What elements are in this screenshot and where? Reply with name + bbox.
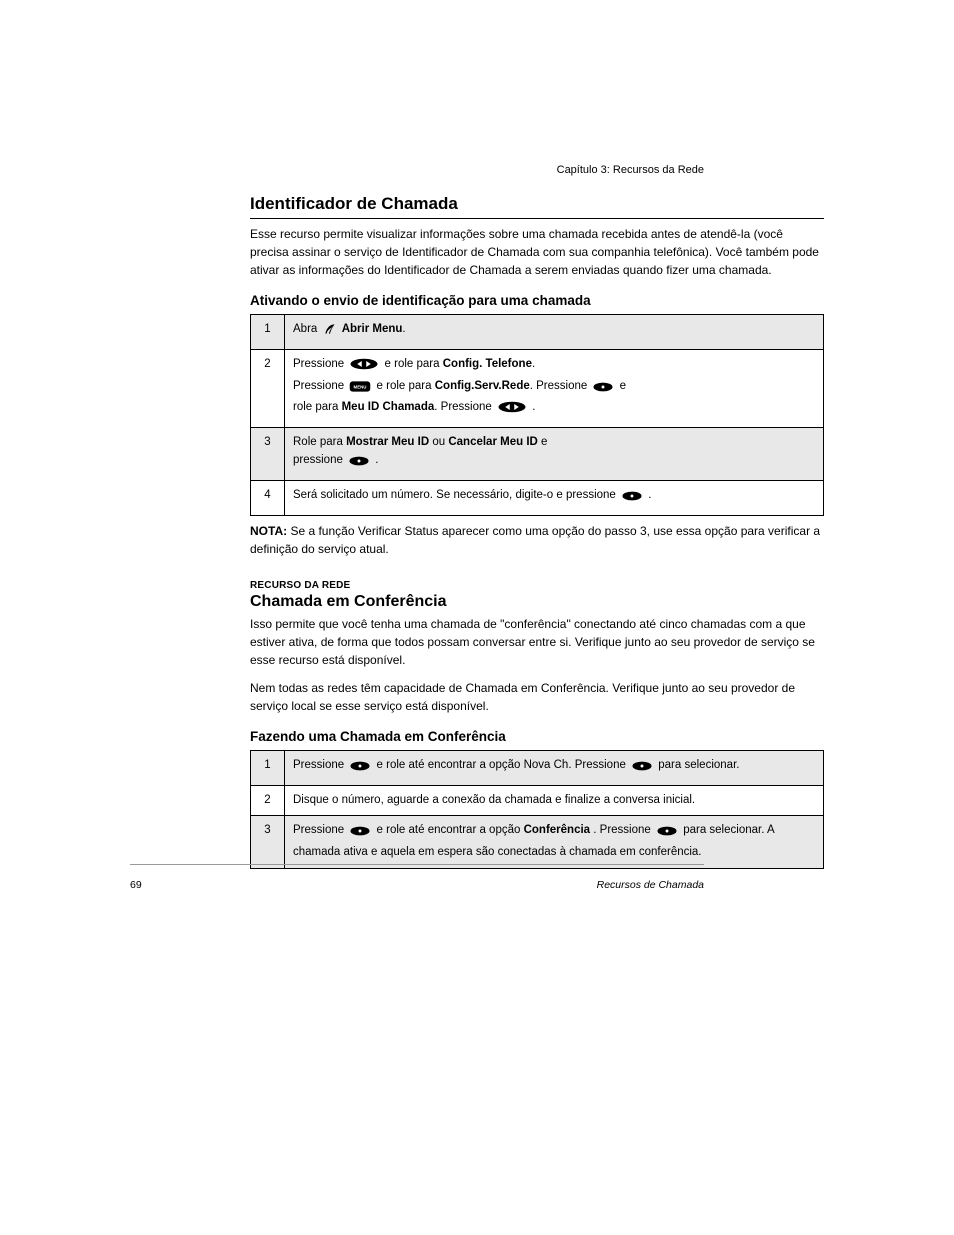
document-page: Capítulo 3: Recursos da Rede Identificad…	[0, 0, 954, 935]
table-row: 2 Disque o número, aguarde a conexão da …	[251, 785, 824, 816]
table-row: 1 Abra Abrir Menu.	[251, 315, 824, 350]
chapter-breadcrumb: Capítulo 3: Recursos da Rede	[557, 164, 704, 176]
step-text: .	[648, 489, 651, 501]
table-row: 4 Será solicitado um número. Se necessár…	[251, 480, 824, 515]
step-text: Role para	[293, 436, 346, 448]
step-text: ou	[432, 436, 448, 448]
step-number: 3	[251, 816, 285, 869]
note-label: NOTA:	[250, 524, 290, 538]
step-text: e role para	[385, 358, 443, 370]
table-row: 3 Role para Mostrar Meu ID ou Cancelar M…	[251, 428, 824, 481]
step-text-bold: Mostrar Meu ID	[346, 436, 429, 448]
step-number: 4	[251, 480, 285, 515]
step-text-bold: Cancelar Meu ID	[448, 436, 537, 448]
step-text: e role até encontrar a opção Nova Ch. Pr…	[377, 759, 630, 771]
step-cell: Pressione e role até encontrar a opção N…	[285, 750, 824, 785]
step-text: .	[532, 401, 535, 413]
step-text: Pressione	[293, 380, 347, 392]
enter-ok-button-icon	[631, 760, 653, 779]
step-text: Pressione	[293, 759, 347, 771]
page-section-label: Recursos de Chamada	[597, 879, 704, 891]
step-text: .	[375, 454, 378, 466]
step-text-bold: Meu ID Chamada	[342, 401, 435, 413]
left-right-arrows-icon	[349, 357, 379, 378]
step-text-bold: Config. Telefone	[443, 358, 532, 370]
step-cell: Abra Abrir Menu.	[285, 315, 824, 350]
step-text: e role até encontrar a opção	[377, 824, 524, 836]
step-cell: Role para Mostrar Meu ID ou Cancelar Meu…	[285, 428, 824, 481]
page-number: 69	[130, 879, 142, 891]
step-cell: Disque o número, aguarde a conexão da ch…	[285, 785, 824, 816]
step-text: Pressione	[293, 358, 347, 370]
step-number: 2	[251, 785, 285, 816]
step-text: . Pressione	[434, 401, 495, 413]
step-text: para selecionar.	[658, 759, 739, 771]
step-number: 1	[251, 315, 285, 350]
footer-rule	[130, 864, 704, 865]
step-text-bold: Abrir Menu	[342, 323, 403, 335]
step-number: 3	[251, 428, 285, 481]
section-title-cid: Identificador de Chamada	[250, 194, 824, 214]
steps-table-conf: 1 Pressione e role até encontrar a opção…	[250, 750, 824, 869]
table-row: 1 Pressione e role até encontrar a opção…	[251, 750, 824, 785]
menu-button-icon: MENU	[349, 380, 371, 400]
step-number: 1	[251, 750, 285, 785]
enter-ok-button-icon	[592, 381, 614, 400]
step-text: . Pressione	[593, 824, 654, 836]
table-row: 2 Pressione e role para Config. Telefone…	[251, 349, 824, 427]
step-cell: Será solicitado um número. Se necessário…	[285, 480, 824, 515]
table-row: 3 Pressione e role até encontrar a opção…	[251, 816, 824, 869]
step-text: Disque o número, aguarde a conexão da ch…	[293, 794, 695, 806]
enter-ok-button-icon	[348, 455, 370, 474]
feature-small-label: RECURSO DA REDE	[250, 580, 824, 591]
subheading-conf: Fazendo uma Chamada em Conferência	[250, 729, 824, 744]
svg-text:MENU: MENU	[354, 384, 367, 389]
intro-conf-2: Nem todas as redes têm capacidade de Cha…	[250, 679, 824, 715]
intro-cid: Esse recurso permite visualizar informaç…	[250, 225, 824, 279]
feather-icon	[323, 322, 337, 343]
step-number: 2	[251, 349, 285, 427]
step-text-bold: Config.Serv.Rede	[435, 380, 530, 392]
enter-ok-button-icon	[349, 825, 371, 844]
step-cell: Pressione e role para Config. Telefone . …	[285, 349, 824, 427]
rule	[250, 218, 824, 219]
enter-ok-button-icon	[349, 760, 371, 779]
step-cell: Pressione e role até encontrar a opção C…	[285, 816, 824, 869]
step-text: .	[532, 358, 535, 370]
step-text: Abra	[293, 323, 321, 335]
subheading-cid: Ativando o envio de identificação para u…	[250, 293, 824, 308]
note-cid: NOTA: Se a função Verificar Status apare…	[250, 522, 824, 558]
left-right-arrows-icon	[497, 400, 527, 421]
feature-title: Chamada em Conferência	[250, 593, 824, 611]
step-text: Será solicitado um número. Se necessário…	[293, 489, 619, 501]
enter-ok-button-icon	[656, 825, 678, 844]
step-text: .	[402, 323, 405, 335]
enter-ok-button-icon	[621, 490, 643, 509]
steps-table-cid: 1 Abra Abrir Menu. 2 Pressione e role pa…	[250, 314, 824, 516]
intro-conf-1: Isso permite que você tenha uma chamada …	[250, 615, 824, 669]
step-text: Pressione	[293, 824, 347, 836]
step-text: . Pressione	[530, 380, 591, 392]
step-text: e role para	[377, 380, 435, 392]
step-text-bold: Conferência	[524, 824, 590, 836]
note-text: Se a função Verificar Status aparecer co…	[250, 524, 820, 556]
